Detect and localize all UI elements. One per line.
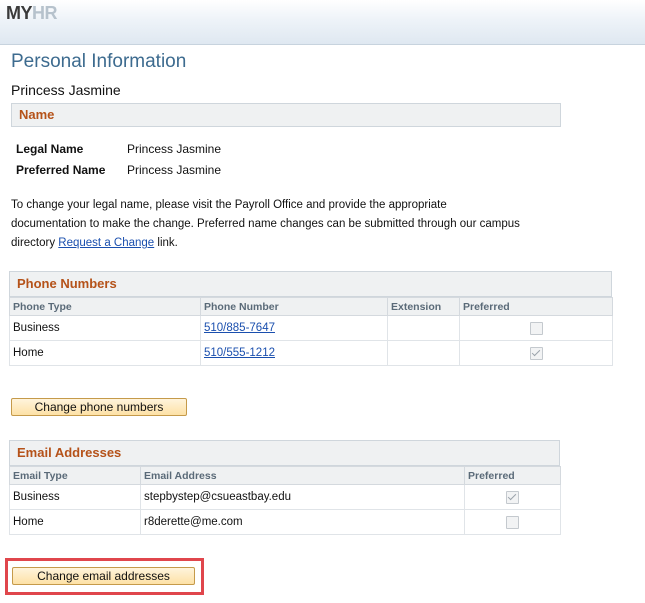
preferred-cell (459, 340, 613, 366)
column-header-preferred: Preferred (464, 466, 561, 485)
table-row: Business stepbystep@csueastbay.edu (9, 484, 561, 510)
top-banner: MYHR (0, 0, 645, 45)
preferred-checkbox[interactable] (529, 321, 543, 335)
legal-name-value: Princess Jasmine (127, 142, 222, 156)
email-table-header-row: Email Type Email Address Preferred (9, 466, 561, 485)
column-header-phone-type: Phone Type (9, 297, 201, 316)
preferred-name-value: Princess Jasmine (127, 163, 222, 177)
extension-cell (387, 340, 460, 366)
name-section-header: Name (11, 103, 561, 127)
preferred-checkbox[interactable] (506, 490, 519, 504)
phone-type-cell: Home (9, 340, 201, 366)
column-header-email-address: Email Address (140, 466, 465, 485)
email-table: Email Type Email Address Preferred Busin… (9, 466, 561, 535)
email-type-cell: Home (9, 509, 141, 535)
preferred-name-label: Preferred Name (16, 163, 106, 177)
logo-my: MY (6, 3, 33, 23)
table-row: Home 510/555-1212 (9, 340, 613, 366)
myhr-logo: MYHR (6, 3, 58, 24)
instructions-text-end: link. (154, 237, 178, 249)
preferred-cell (459, 315, 613, 341)
extension-cell (387, 315, 460, 341)
column-header-extension: Extension (387, 297, 460, 316)
page-title: Personal Information (11, 51, 187, 72)
table-row: Business 510/885-7647 (9, 315, 613, 341)
change-phone-numbers-button[interactable]: Change phone numbers (11, 398, 187, 416)
email-address-cell: stepbystep@csueastbay.edu (140, 484, 465, 510)
preferred-checkbox[interactable] (529, 346, 543, 360)
highlight-box (5, 558, 204, 595)
legal-name-label: Legal Name (16, 142, 84, 156)
column-header-phone-number: Phone Number (200, 297, 388, 316)
phone-type-cell: Business (9, 315, 201, 341)
email-type-cell: Business (9, 484, 141, 510)
column-header-preferred: Preferred (459, 297, 613, 316)
email-address-cell: r8derette@me.com (140, 509, 465, 535)
column-header-email-type: Email Type (9, 466, 141, 485)
phone-table: Phone Type Phone Number Extension Prefer… (9, 297, 613, 366)
phone-number-link[interactable]: 510/885-7647 (204, 322, 275, 334)
request-change-link[interactable]: Request a Change (58, 237, 154, 249)
phone-number-link[interactable]: 510/555-1212 (204, 347, 275, 359)
phone-number-cell: 510/555-1212 (200, 340, 388, 366)
logo-hr: HR (32, 3, 58, 23)
table-row: Home r8derette@me.com (9, 509, 561, 535)
preferred-cell (464, 509, 561, 535)
phone-number-cell: 510/885-7647 (200, 315, 388, 341)
preferred-cell (464, 484, 561, 510)
preferred-checkbox[interactable] (506, 515, 519, 529)
phone-table-header-row: Phone Type Phone Number Extension Prefer… (9, 297, 613, 316)
email-section-header: Email Addresses (9, 440, 560, 466)
name-change-instructions: To change your legal name, please visit … (11, 196, 521, 253)
phone-section-header: Phone Numbers (9, 271, 612, 297)
person-name: Princess Jasmine (11, 82, 121, 98)
